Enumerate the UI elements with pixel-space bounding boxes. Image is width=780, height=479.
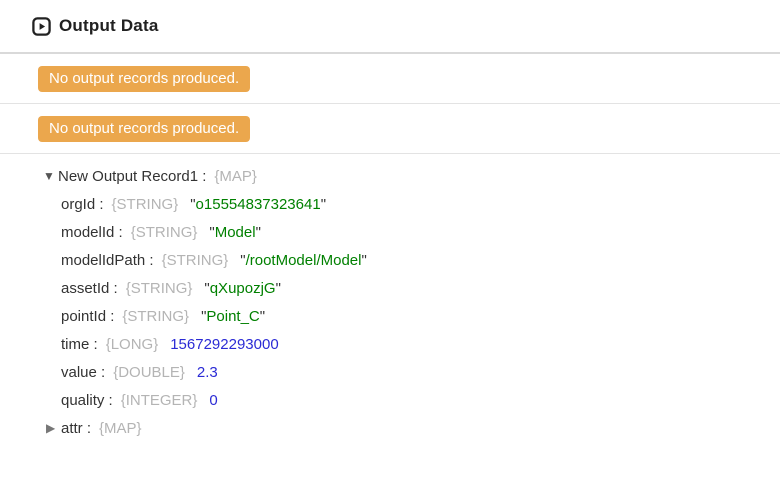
field-row-assetid: assetId : {STRING} "qXupozjG" bbox=[43, 274, 780, 302]
field-value: "qXupozjG" bbox=[204, 280, 281, 297]
field-type: {DOUBLE} bbox=[113, 364, 185, 381]
play-box-icon bbox=[32, 17, 51, 36]
field-type: {MAP} bbox=[99, 420, 142, 437]
output-section-1: No output records produced. bbox=[0, 54, 780, 104]
field-type: {STRING} bbox=[126, 280, 193, 297]
attr-row[interactable]: ▶ attr : {MAP} bbox=[43, 414, 780, 442]
field-label: assetId : bbox=[61, 280, 118, 297]
field-label: time : bbox=[61, 336, 98, 353]
field-type: {STRING} bbox=[131, 224, 198, 241]
field-row-pointid: pointId : {STRING} "Point_C" bbox=[43, 302, 780, 330]
field-value: "o15554837323641" bbox=[190, 196, 326, 213]
no-records-badge: No output records produced. bbox=[38, 116, 250, 142]
field-type: {LONG} bbox=[106, 336, 159, 353]
collapse-triangle-icon[interactable]: ▼ bbox=[43, 169, 58, 183]
record-type: {MAP} bbox=[214, 168, 257, 185]
field-label: modelId : bbox=[61, 224, 123, 241]
record-header-row[interactable]: ▼ New Output Record1 : {MAP} bbox=[43, 162, 780, 190]
field-value: 1567292293000 bbox=[170, 336, 278, 353]
field-type: {STRING} bbox=[122, 308, 189, 325]
field-type: {INTEGER} bbox=[121, 392, 198, 409]
field-value: "/rootModel/Model" bbox=[240, 252, 367, 269]
field-value: "Point_C" bbox=[201, 308, 265, 325]
field-row-modelid: modelId : {STRING} "Model" bbox=[43, 218, 780, 246]
page-title: Output Data bbox=[59, 16, 158, 36]
field-row-time: time : {LONG} 1567292293000 bbox=[43, 330, 780, 358]
field-label: modelIdPath : bbox=[61, 252, 154, 269]
field-label: orgId : bbox=[61, 196, 104, 213]
field-label: value : bbox=[61, 364, 105, 381]
field-value: 0 bbox=[209, 392, 217, 409]
field-label: quality : bbox=[61, 392, 113, 409]
field-value: "Model" bbox=[209, 224, 261, 241]
field-row-orgid: orgId : {STRING} "o15554837323641" bbox=[43, 190, 780, 218]
field-label: attr : bbox=[61, 420, 91, 437]
field-row-modelidpath: modelIdPath : {STRING} "/rootModel/Model… bbox=[43, 246, 780, 274]
field-type: {STRING} bbox=[162, 252, 229, 269]
field-label: pointId : bbox=[61, 308, 114, 325]
field-type: {STRING} bbox=[112, 196, 179, 213]
output-section-2: No output records produced. bbox=[0, 104, 780, 154]
record-label: New Output Record1 : bbox=[58, 168, 206, 185]
field-value: 2.3 bbox=[197, 364, 218, 381]
output-record-tree: ▼ New Output Record1 : {MAP} orgId : {ST… bbox=[0, 154, 780, 442]
field-row-quality: quality : {INTEGER} 0 bbox=[43, 386, 780, 414]
output-data-header: Output Data bbox=[0, 0, 780, 54]
field-row-value: value : {DOUBLE} 2.3 bbox=[43, 358, 780, 386]
expand-triangle-icon[interactable]: ▶ bbox=[46, 421, 61, 435]
no-records-badge: No output records produced. bbox=[38, 66, 250, 92]
